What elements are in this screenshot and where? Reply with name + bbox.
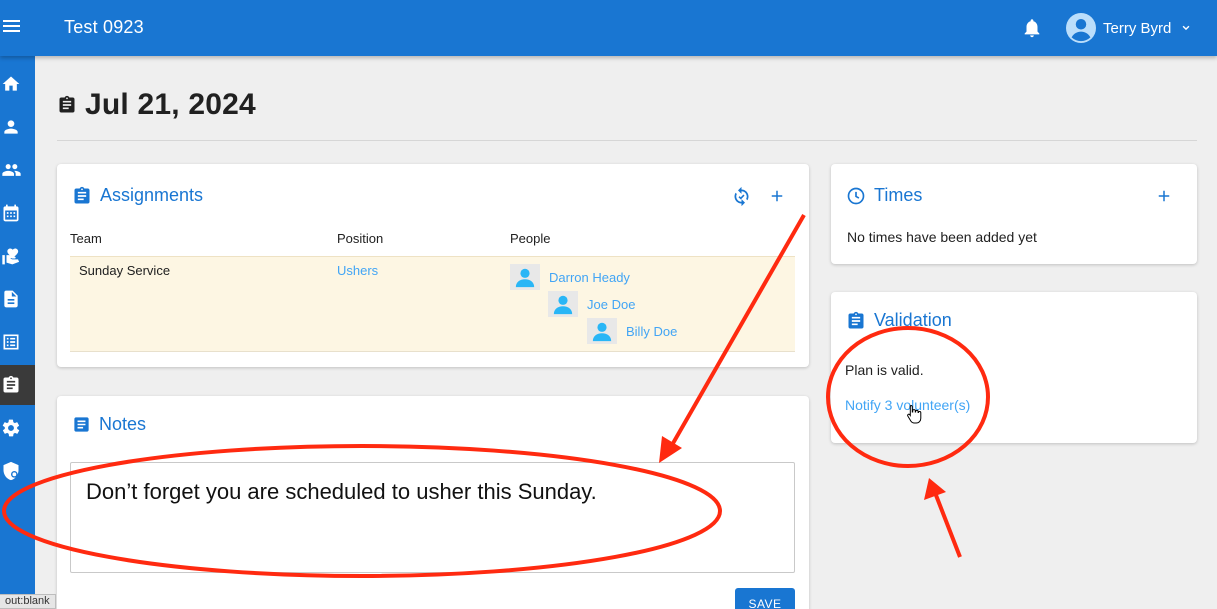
document-icon xyxy=(4,290,18,308)
column-header-team: Team xyxy=(70,231,102,246)
column-header-people: People xyxy=(510,231,551,246)
sidebar-item-lists[interactable] xyxy=(0,322,35,362)
validation-header: Validation xyxy=(846,310,952,331)
clock-icon xyxy=(847,187,865,204)
team-cell: Sunday Service xyxy=(79,263,171,278)
annotation-arrowhead-validation xyxy=(924,478,946,500)
sync-icon xyxy=(734,186,748,206)
clipboard-icon xyxy=(59,95,75,113)
top-app-bar: Test 0923 Terry Byrd xyxy=(0,0,1217,56)
sidebar-item-calendar[interactable] xyxy=(0,193,35,233)
gear-icon xyxy=(2,419,20,437)
clipboard-icon xyxy=(74,186,90,203)
header-divider xyxy=(57,140,1197,141)
notes-textarea[interactable]: Don’t forget you are scheduled to usher … xyxy=(70,462,795,573)
notes-icon xyxy=(74,417,89,432)
times-card xyxy=(831,164,1197,264)
auto-assign-button[interactable] xyxy=(729,184,753,208)
annotation-arrow-validation xyxy=(932,489,962,558)
save-button[interactable]: SAVE xyxy=(735,588,795,609)
sidebar-item-people[interactable] xyxy=(0,150,35,190)
list-icon xyxy=(3,334,19,350)
status-bar-url: out:blank xyxy=(0,594,56,609)
sidebar-item-settings[interactable] xyxy=(0,408,35,448)
person-chip[interactable]: Joe Doe xyxy=(548,291,635,317)
sidebar-item-plans[interactable] xyxy=(0,365,35,405)
times-empty-message: No times have been added yet xyxy=(847,229,1037,245)
donation-hand-heart-icon xyxy=(2,248,19,265)
avatar xyxy=(587,318,617,344)
times-title: Times xyxy=(874,185,923,205)
sidebar-item-donations[interactable] xyxy=(0,236,35,276)
table-row xyxy=(70,256,795,352)
assignments-title: Assignments xyxy=(100,185,204,205)
sidebar-item-home[interactable] xyxy=(0,64,35,104)
chevron-down-icon xyxy=(1182,25,1190,31)
plus-icon xyxy=(1158,190,1170,202)
person-icon xyxy=(553,295,573,315)
person-name: Joe Doe xyxy=(587,296,636,312)
person-chip[interactable]: Darron Heady xyxy=(510,264,630,290)
avatar xyxy=(510,264,540,290)
hamburger-menu-icon[interactable] xyxy=(3,17,23,39)
notes-header: Notes xyxy=(72,414,146,435)
clipboard-icon xyxy=(848,311,864,328)
person-name: Darron Heady xyxy=(549,269,630,285)
times-header: Times xyxy=(846,185,922,206)
person-name: Billy Doe xyxy=(626,323,678,339)
person-chip[interactable]: Billy Doe xyxy=(587,318,677,344)
position-link[interactable]: Ushers xyxy=(337,263,378,278)
avatar xyxy=(548,291,578,317)
assignments-header: Assignments xyxy=(72,185,203,206)
sidebar-nav xyxy=(0,56,35,609)
user-name: Terry Byrd xyxy=(1103,19,1172,37)
app-title: Test 0923 xyxy=(64,17,144,37)
plus-icon xyxy=(771,190,783,202)
notes-title: Notes xyxy=(99,414,147,434)
people-icon xyxy=(2,164,21,176)
bell-icon[interactable] xyxy=(1021,17,1043,39)
column-header-position: Position xyxy=(337,231,384,246)
user-avatar-icon xyxy=(1066,13,1096,43)
hand-cursor-icon xyxy=(907,404,922,424)
page-header: Jul 21, 2024 xyxy=(57,88,256,122)
page-title: Jul 21, 2024 xyxy=(85,88,256,121)
clipboard-icon xyxy=(3,375,19,393)
person-icon xyxy=(4,120,18,134)
validation-status: Plan is valid. xyxy=(845,362,924,378)
calendar-icon xyxy=(3,204,19,222)
add-assignment-button[interactable] xyxy=(765,184,789,208)
add-time-button[interactable] xyxy=(1152,184,1176,208)
sidebar-item-documents[interactable] xyxy=(0,279,35,319)
user-menu[interactable]: Terry Byrd xyxy=(1066,12,1193,44)
person-icon xyxy=(515,268,535,288)
home-icon xyxy=(2,76,20,91)
sidebar-item-admin[interactable] xyxy=(0,451,35,491)
person-icon xyxy=(592,322,612,342)
sidebar-item-person[interactable] xyxy=(0,107,35,147)
validation-title: Validation xyxy=(874,310,952,330)
admin-shield-icon xyxy=(3,461,19,481)
